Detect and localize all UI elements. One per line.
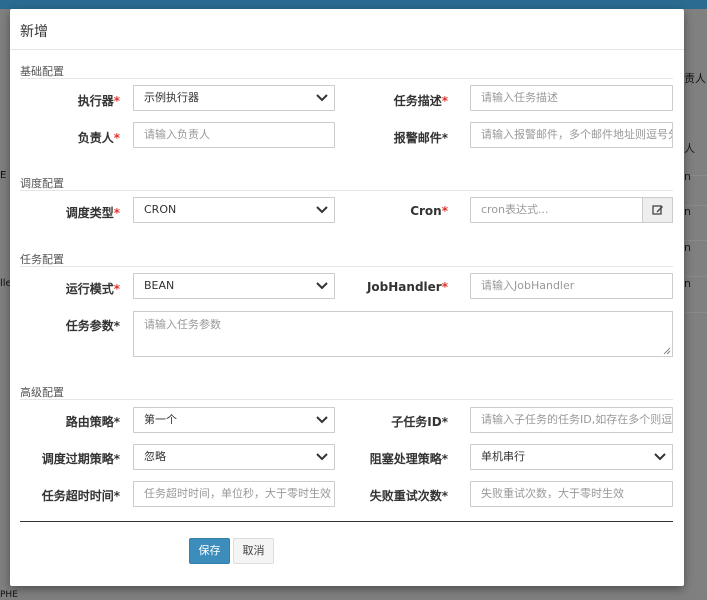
edit-icon: [652, 205, 663, 215]
footer-divider: [20, 521, 673, 522]
cron-label: Cron*: [410, 204, 448, 218]
chevron-down-icon: [316, 453, 328, 461]
chevron-down-icon: [316, 416, 328, 424]
divider: [20, 190, 673, 191]
section-title-basic: 基础配置: [20, 65, 64, 78]
section-title-schedule: 调度配置: [20, 177, 64, 190]
schedule-type-select[interactable]: CRON: [133, 197, 335, 223]
chevron-down-icon: [316, 282, 328, 290]
owner-label: 负责人*: [77, 131, 120, 145]
modal-title: 新增: [20, 24, 48, 40]
misfire-strategy-select[interactable]: 忽略: [133, 444, 335, 470]
divider: [20, 266, 673, 267]
owner-input[interactable]: 请输入负责人: [133, 122, 335, 148]
task-param-label: 任务参数*: [65, 319, 120, 333]
bg-table-cell: n: [684, 170, 707, 206]
resize-handle-icon[interactable]: [663, 347, 671, 355]
task-desc-input[interactable]: 请输入任务描述: [470, 85, 673, 111]
run-mode-label: 运行模式*: [65, 282, 120, 296]
bg-left-cell: lle: [0, 278, 10, 289]
child-job-input[interactable]: 请输入子任务的任务ID,如存在多个则逗号分隔: [470, 407, 673, 433]
executor-label: 执行器*: [77, 94, 120, 108]
chevron-down-icon: [316, 206, 328, 214]
job-handler-label: JobHandler*: [366, 280, 448, 294]
chevron-down-icon: [654, 453, 666, 461]
app-header-bar: [0, 0, 707, 9]
misfire-strategy-label: 调度过期策略*: [41, 452, 120, 466]
section-title-advanced: 高级配置: [20, 386, 64, 399]
schedule-type-label: 调度类型*: [65, 206, 120, 220]
task-desc-label: 任务描述*: [393, 94, 448, 108]
executor-select[interactable]: 示例执行器: [133, 85, 335, 111]
alarm-email-input[interactable]: 请输入报警邮件，多个邮件地址则逗号分隔: [470, 122, 673, 148]
route-strategy-label: 路由策略*: [65, 415, 120, 429]
child-job-label: 子任务ID*: [391, 415, 448, 429]
save-button[interactable]: 保存: [189, 538, 230, 564]
add-job-modal: 新增 基础配置 执行器* 示例执行器 任务描述* 请输入任务描述 负责人* 请输…: [10, 9, 684, 586]
task-param-textarea[interactable]: 请输入任务参数: [133, 311, 673, 357]
bg-right-partial: 责人: [684, 72, 706, 85]
bg-bottom-text: PHE: [0, 590, 18, 600]
fail-retry-input[interactable]: 失败重试次数，大于零时生效: [470, 481, 673, 507]
cancel-button[interactable]: 取消: [233, 538, 274, 564]
section-title-task: 任务配置: [20, 253, 64, 266]
divider: [20, 399, 673, 400]
bg-table-cell: n: [684, 241, 707, 277]
block-strategy-select[interactable]: 单机串行: [470, 444, 673, 470]
bg-left-cell: E: [0, 170, 7, 181]
bg-table-cell: n: [684, 277, 707, 313]
cron-input[interactable]: cron表达式...: [470, 197, 643, 223]
bg-table-cell: n: [684, 205, 707, 241]
chevron-down-icon: [316, 94, 328, 102]
job-handler-input[interactable]: 请输入JobHandler: [470, 273, 673, 299]
timeout-label: 任务超时时间*: [41, 489, 120, 503]
cron-edit-button[interactable]: [642, 197, 673, 223]
run-mode-select[interactable]: BEAN: [133, 273, 335, 299]
route-strategy-select[interactable]: 第一个: [133, 407, 335, 433]
alarm-email-label: 报警邮件*: [393, 131, 448, 145]
timeout-input[interactable]: 任务超时时间，单位秒，大于零时生效: [133, 481, 335, 507]
block-strategy-label: 阻塞处理策略*: [369, 452, 448, 466]
fail-retry-label: 失败重试次数*: [369, 489, 448, 503]
divider: [10, 49, 684, 50]
divider: [20, 78, 673, 79]
